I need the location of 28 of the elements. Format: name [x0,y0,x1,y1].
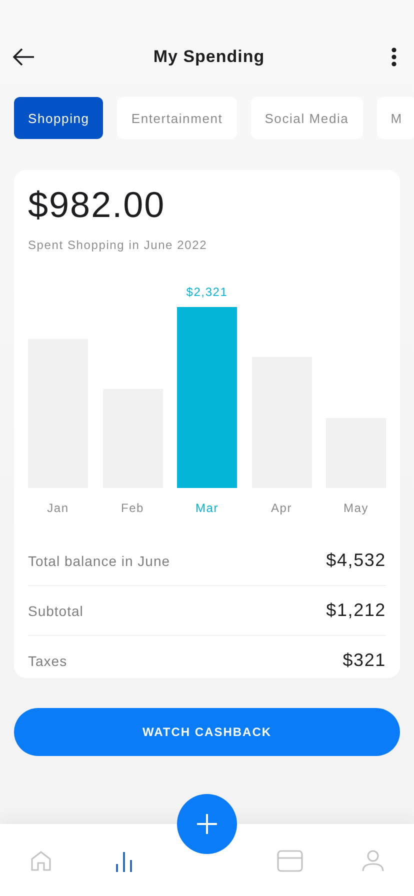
total-value: $4,532 [326,550,386,571]
total-value: $321 [342,650,386,671]
watch-cashback-button[interactable]: WATCH CASHBACK [14,708,400,756]
bar-value: $2,321 [186,285,228,299]
back-arrow-icon [13,48,35,66]
more-icon [391,47,397,67]
month-label: Jan [47,501,69,515]
home-icon [30,850,52,872]
card-icon [276,850,303,872]
total-label: Subtotal [28,602,84,618]
month-bar[interactable] [177,307,237,488]
total-label: Taxes [28,652,68,668]
month-label: Apr [270,501,292,515]
category-tab[interactable]: Shopping [14,97,104,139]
profile-icon [362,850,384,872]
spent-amount: $982.00 [28,184,166,226]
total-label: Total balance in June [28,552,170,568]
category-tab[interactable]: M [376,97,414,139]
month-label: Feb [120,501,144,515]
category-tab[interactable]: Social Media [250,97,363,139]
category-tab[interactable]: Entertainment [117,97,237,139]
page-title: My Spending [153,47,265,67]
plus-icon [197,814,217,834]
bar-chart-icon [114,850,134,872]
month-label: Mar [195,501,219,515]
spent-caption: Spent Shopping in June 2022 [28,238,208,252]
total-value: $1,212 [326,600,386,621]
month-label: May [343,501,369,515]
